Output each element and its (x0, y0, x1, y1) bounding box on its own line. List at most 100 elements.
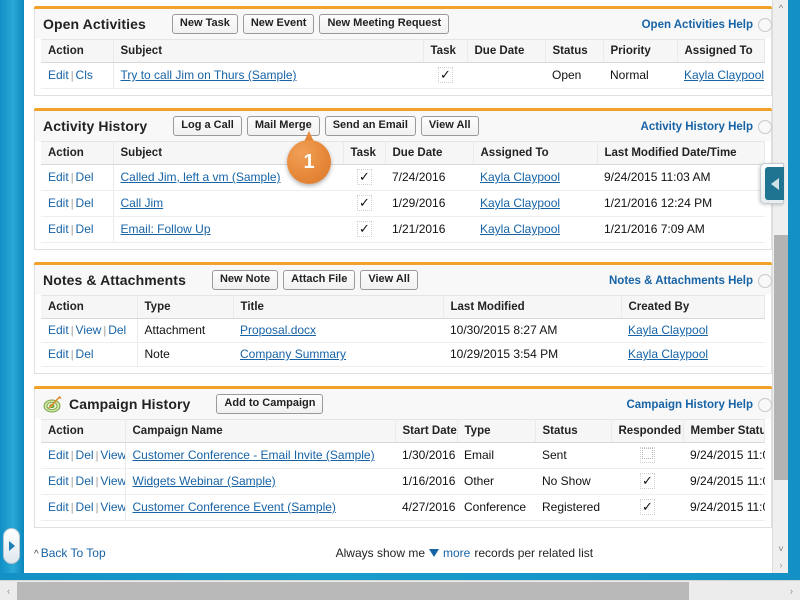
right-panel-toggle-tab[interactable] (760, 163, 784, 204)
action-link-edit[interactable]: Edit (48, 222, 69, 236)
cell-priority: Normal (603, 62, 677, 89)
link-campaign_name[interactable]: Customer Conference Event (Sample) (133, 500, 336, 514)
hscroll-left-arrow-icon[interactable]: ‹ (0, 586, 17, 596)
link-assigned_to[interactable]: Kayla Claypool (480, 222, 560, 236)
cell-due_date: 7/24/2016 (385, 164, 473, 191)
button-add-to-campaign[interactable]: Add to Campaign (216, 393, 324, 414)
table-notes-attachments: Action Type Title Last Modified Created By Ed… (41, 295, 765, 367)
help-link-activity-history[interactable]: Activity History Help (641, 121, 753, 133)
link-subject[interactable]: Called Jim, left a vm (Sample) (121, 170, 281, 184)
action-link-edit[interactable]: Edit (48, 347, 69, 361)
button-new-meeting-request[interactable]: New Meeting Request (319, 13, 450, 34)
page-vertical-scrollbar[interactable]: ^ ˅ › (772, 0, 788, 573)
button-mail-merge[interactable]: Mail Merge (246, 115, 320, 136)
action-separator: | (70, 70, 74, 82)
related-list-notes-attachments: Notes & Attachments New Note Attach File Vi… (34, 262, 772, 374)
cell-assigned_to: Kayla Claypool (473, 164, 597, 191)
link-assigned_to[interactable]: Kayla Claypool (480, 196, 560, 210)
sidebar-expand-tab[interactable] (3, 528, 20, 564)
right-panel-toggle-inner (765, 167, 784, 200)
help-link-campaign-history[interactable]: Campaign History Help (626, 399, 753, 411)
chevron-left-icon (770, 177, 779, 190)
related-list-activity-history: Activity History Log a Call Mail Merge Send… (34, 108, 772, 250)
vertical-scroll-thumb[interactable] (774, 235, 788, 480)
help-link-notes-attachments[interactable]: Notes & Attachments Help (609, 275, 753, 287)
action-link-edit[interactable]: Edit (48, 448, 69, 462)
cell-member_status_updated: 9/24/2015 11:03 AM (683, 468, 765, 495)
cell-status: No Show (535, 468, 611, 495)
link-assigned_to[interactable]: Kayla Claypool (684, 68, 764, 82)
horizontal-scroll-thumb[interactable] (17, 581, 689, 600)
scroll-up-arrow-icon[interactable]: ^ (773, 0, 788, 16)
link-campaign_name[interactable]: Customer Conference - Email Invite (Samp… (133, 448, 375, 462)
action-link-edit[interactable]: Edit (48, 170, 69, 184)
action-link-view[interactable]: View (76, 323, 102, 337)
button-new-note[interactable]: New Note (211, 269, 279, 290)
action-link-del[interactable]: Del (76, 500, 94, 514)
button-attach-file[interactable]: Attach File (283, 269, 356, 290)
link-title[interactable]: Company Summary (240, 347, 346, 361)
cell-status: Registered (535, 494, 611, 521)
action-link-edit[interactable]: Edit (48, 68, 69, 82)
link-created_by[interactable]: Kayla Claypool (628, 323, 708, 337)
link-subject[interactable]: Call Jim (121, 196, 164, 210)
related-list-campaign-history: Campaign History Add to Campaign Campaign … (34, 386, 772, 528)
triangle-down-icon[interactable] (429, 549, 440, 557)
link-created_by[interactable]: Kayla Claypool (628, 347, 708, 361)
action-link-del[interactable]: Del (76, 170, 94, 184)
action-link-view[interactable]: View (100, 474, 124, 488)
table-row: Edit | Del | View Customer Conference - Email… (41, 442, 765, 469)
action-link-edit[interactable]: Edit (48, 196, 69, 210)
hscroll-track[interactable] (17, 581, 783, 600)
column-header-member-status-updated: Member Status Updated (683, 419, 765, 443)
cell-created_by: Kayla Claypool (621, 342, 765, 367)
action-link-view[interactable]: View (100, 448, 124, 462)
text-type: Other (464, 474, 495, 488)
scroll-down-arrow-icon[interactable]: ˅ (773, 541, 788, 557)
help-link-open-activities[interactable]: Open Activities Help (642, 19, 753, 31)
records-prefix-label: Always show me (335, 546, 426, 560)
window-horizontal-scrollbar[interactable]: ‹ › (0, 580, 800, 600)
column-header-action: Action (41, 39, 114, 63)
button-log-a-call[interactable]: Log a Call (173, 115, 242, 136)
action-link-view[interactable]: View (100, 500, 124, 514)
link-subject[interactable]: Try to call Jim on Thurs (Sample) (121, 68, 297, 82)
related-list-buttons-activity-history: Log a Call Mail Merge Send an Email View Al… (173, 115, 479, 136)
cell-status: Open (545, 62, 603, 89)
related-list-buttons-open-activities: New Task New Event New Meeting Request (171, 13, 450, 34)
link-subject[interactable]: Email: Follow Up (121, 222, 211, 236)
table-row: Edit | Del | View Customer Conference Event (… (41, 494, 765, 521)
table-header-row: Action Subject Task Due Date Status Priority A… (41, 39, 765, 63)
related-list-header-open-activities: Open Activities New Task New Event New Meet… (34, 9, 772, 39)
action-link-cls[interactable]: Cls (76, 68, 93, 82)
back-to-top-link[interactable]: ^ Back To Top (34, 546, 106, 560)
action-link-edit[interactable]: Edit (48, 500, 69, 514)
link-campaign_name[interactable]: Widgets Webinar (Sample) (133, 474, 276, 488)
related-lists-container: Open Activities New Task New Event New Meet… (24, 0, 788, 573)
column-header-title: Title (233, 295, 444, 319)
action-link-del[interactable]: Del (76, 474, 94, 488)
related-list-help-notes-attachments: Notes & Attachments Help (609, 274, 772, 288)
hscroll-right-arrow-icon[interactable]: › (783, 586, 800, 596)
cell-actions: Edit | Del (41, 216, 114, 243)
button-new-task[interactable]: New Task (171, 13, 238, 34)
action-link-edit[interactable]: Edit (48, 323, 69, 337)
text-last_modified: 1/21/2016 12:24 PM (604, 196, 713, 210)
more-records-link[interactable]: more (443, 546, 470, 560)
link-assigned_to[interactable]: Kayla Claypool (480, 170, 560, 184)
related-list-title-text: Notes & Attachments (43, 271, 186, 288)
button-new-event[interactable]: New Event (242, 13, 315, 34)
button-send-an-email[interactable]: Send an Email (324, 115, 416, 136)
action-link-edit[interactable]: Edit (48, 474, 69, 488)
cell-responded: ✓ (611, 468, 683, 495)
button-view-all[interactable]: View All (420, 115, 479, 136)
link-title[interactable]: Proposal.docx (240, 323, 316, 337)
column-header-created-by: Created By (621, 295, 765, 319)
action-link-del[interactable]: Del (76, 222, 94, 236)
action-link-del[interactable]: Del (76, 196, 94, 210)
button-view-all[interactable]: View All (360, 269, 418, 290)
action-link-del[interactable]: Del (108, 323, 126, 337)
action-link-del[interactable]: Del (76, 448, 94, 462)
browser-viewport: Open Activities New Task New Event New Meet… (0, 0, 800, 600)
action-link-del[interactable]: Del (76, 347, 94, 361)
